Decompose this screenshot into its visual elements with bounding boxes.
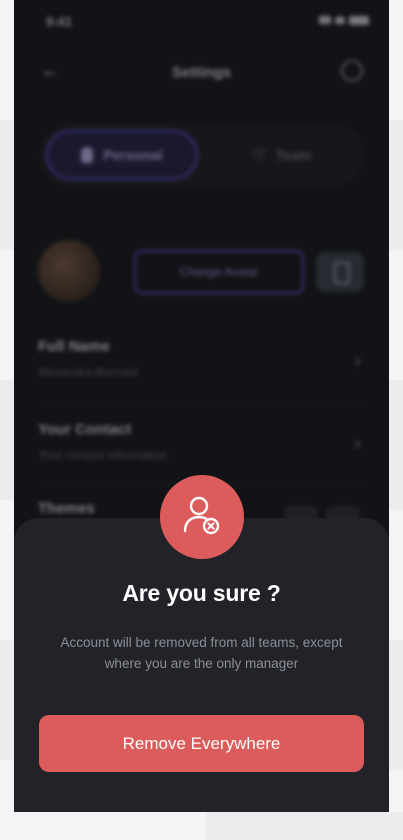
setting-title: Your Contact bbox=[38, 421, 132, 438]
setting-row-full-name[interactable]: Full Name Alexandra Bernard › bbox=[38, 338, 367, 394]
remove-everywhere-button[interactable]: Remove Everywhere bbox=[39, 715, 364, 772]
nav-bar: ← Settings bbox=[14, 56, 389, 90]
change-avatar-button[interactable]: Change Avatar bbox=[134, 250, 304, 294]
status-bar: 9:41 bbox=[14, 10, 389, 34]
profile-type-switch: Personal ♡ Team bbox=[40, 124, 364, 186]
tab-team-label: Team bbox=[275, 147, 312, 163]
setting-row-contact[interactable]: Your Contact Your contact information › bbox=[38, 421, 367, 477]
avatar[interactable] bbox=[38, 240, 100, 302]
phone-screen: 9:41 ← Settings Personal ♡ Team Change A… bbox=[14, 0, 389, 812]
status-icons bbox=[319, 16, 369, 25]
setting-title: Full Name bbox=[38, 338, 110, 355]
delete-avatar-button[interactable] bbox=[316, 252, 364, 292]
status-time: 9:41 bbox=[46, 14, 73, 29]
chevron-right-icon: › bbox=[354, 433, 361, 455]
dialog-title: Are you sure ? bbox=[122, 580, 281, 606]
team-icon: ♡ bbox=[252, 146, 266, 163]
signal-icon bbox=[319, 16, 331, 24]
tab-personal-label: Personal bbox=[103, 147, 163, 163]
page-title: Settings bbox=[171, 64, 232, 81]
battery-icon bbox=[349, 16, 369, 25]
divider bbox=[38, 402, 367, 403]
person-icon bbox=[81, 147, 94, 163]
chevron-right-icon: › bbox=[354, 350, 361, 372]
setting-subtitle: Your contact information bbox=[38, 448, 167, 462]
tab-personal[interactable]: Personal bbox=[46, 130, 198, 180]
tab-team[interactable]: ♡ Team bbox=[206, 130, 358, 180]
wifi-icon bbox=[335, 16, 345, 24]
help-icon[interactable] bbox=[341, 60, 363, 82]
trash-icon bbox=[334, 262, 350, 284]
setting-subtitle: Alexandra Bernard bbox=[38, 365, 139, 379]
dialog-message: Account will be removed from all teams, … bbox=[60, 635, 343, 671]
user-remove-icon bbox=[160, 475, 244, 559]
